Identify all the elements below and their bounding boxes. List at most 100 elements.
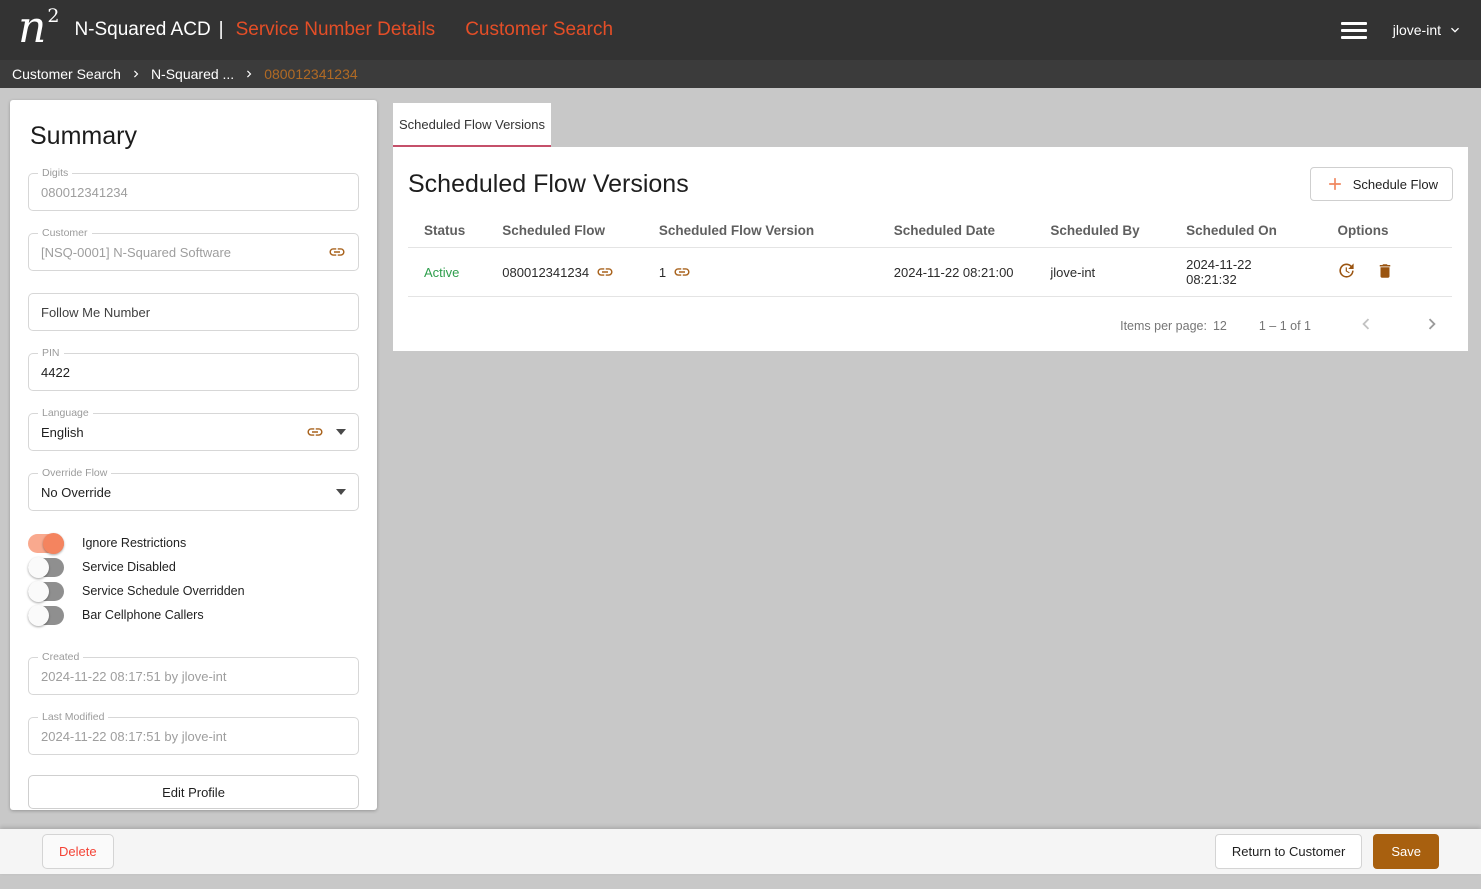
app-title-text: N-Squared ACD — [74, 19, 210, 40]
ignore-restrictions-toggle[interactable]: Ignore Restrictions — [28, 531, 359, 555]
link-icon[interactable] — [596, 263, 614, 281]
toggle-label: Service Schedule Overridden — [82, 584, 245, 598]
reschedule-history-button[interactable] — [1337, 261, 1356, 283]
panel-title: Scheduled Flow Versions — [408, 170, 689, 199]
paginator-range-label: 1 – 1 of 1 — [1259, 319, 1311, 333]
breadcrumb-current-number: 080012341234 — [264, 66, 357, 82]
header-scheduled-by: Scheduled By — [1034, 217, 1170, 248]
pin-value: 4422 — [41, 365, 346, 380]
breadcrumb-customer-search[interactable]: Customer Search — [12, 66, 121, 82]
dropdown-caret-icon[interactable] — [336, 429, 346, 435]
toggle-switch-icon[interactable] — [28, 606, 64, 625]
dropdown-caret-icon[interactable] — [336, 489, 346, 495]
action-footer: Delete Return to Customer Save — [0, 829, 1481, 874]
toggle-switch-icon[interactable] — [28, 558, 64, 577]
items-per-page-value[interactable]: 12 — [1213, 319, 1227, 333]
header-scheduled-on: Scheduled On — [1170, 217, 1321, 248]
pin-label: PIN — [38, 347, 64, 359]
follow-me-number-field[interactable]: Follow Me Number — [28, 293, 359, 331]
app-logo: n2 — [18, 6, 58, 50]
toggle-label: Ignore Restrictions — [82, 536, 186, 550]
breadcrumb: Customer Search N-Squared ... 0800123412… — [0, 60, 1481, 88]
schedule-flow-button[interactable]: Schedule Flow — [1310, 167, 1453, 201]
breadcrumb-chevron-icon — [129, 67, 143, 81]
breadcrumb-chevron-icon — [242, 67, 256, 81]
panel-header: Scheduled Flow Versions Schedule Flow — [393, 147, 1468, 217]
scheduled-date-value: 2024-11-22 08:21:00 — [878, 248, 1035, 297]
last-modified-field: Last Modified 2024-11-22 08:17:51 by jlo… — [28, 717, 359, 755]
digits-value: 080012341234 — [41, 185, 346, 200]
table-header-row: Status Scheduled Flow Scheduled Flow Ver… — [408, 217, 1452, 248]
scheduled-on-value: 2024-11-22 08:21:32 — [1170, 248, 1321, 297]
digits-field: Digits 080012341234 — [28, 173, 359, 211]
bar-cellphone-callers-toggle[interactable]: Bar Cellphone Callers — [28, 603, 359, 627]
follow-me-number-label: Follow Me Number — [41, 305, 346, 320]
toggle-label: Service Disabled — [82, 560, 176, 574]
service-disabled-toggle[interactable]: Service Disabled — [28, 555, 359, 579]
chevron-down-icon — [1447, 22, 1463, 38]
title-separator: | — [219, 19, 224, 40]
toggle-switch-icon[interactable] — [28, 534, 64, 553]
override-flow-value: No Override — [41, 485, 336, 500]
override-flow-label: Override Flow — [38, 467, 111, 479]
schedule-flow-button-label: Schedule Flow — [1353, 177, 1438, 192]
paginator-next-button[interactable] — [1421, 313, 1443, 338]
link-icon[interactable] — [328, 243, 346, 261]
toggle-group: Ignore Restrictions Service Disabled Ser… — [28, 531, 359, 627]
delete-button[interactable]: Delete — [42, 834, 114, 869]
trash-icon — [1376, 262, 1394, 280]
logo-n: n — [18, 2, 46, 53]
app-header: n2 N-Squared ACD | Service Number Details… — [0, 0, 1481, 60]
last-modified-value: 2024-11-22 08:17:51 by jlove-int — [41, 729, 346, 744]
language-label: Language — [38, 407, 93, 419]
customer-value: [NSQ-0001] N-Squared Software — [41, 245, 328, 260]
items-per-page-label: Items per page: — [1120, 319, 1207, 333]
nav-service-number-details[interactable]: Service Number Details — [236, 19, 436, 41]
delete-row-button[interactable] — [1376, 262, 1394, 283]
plus-icon — [1325, 174, 1345, 194]
override-flow-select[interactable]: Override Flow No Override — [28, 473, 359, 511]
app-title: N-Squared ACD | — [74, 19, 227, 41]
scheduled-flow-value: 080012341234 — [502, 265, 589, 280]
digits-label: Digits — [38, 167, 72, 179]
summary-title: Summary — [30, 122, 357, 151]
return-to-customer-button[interactable]: Return to Customer — [1215, 834, 1362, 869]
logo-exponent: 2 — [47, 5, 59, 27]
summary-panel: Summary Digits 080012341234 Customer [NS… — [10, 100, 377, 810]
chevron-left-icon — [1355, 313, 1377, 335]
header-status: Status — [408, 217, 486, 248]
scheduled-by-value: jlove-int — [1034, 248, 1170, 297]
toggle-switch-icon[interactable] — [28, 582, 64, 601]
header-scheduled-flow: Scheduled Flow — [486, 217, 643, 248]
chevron-right-icon — [1421, 313, 1443, 335]
created-value: 2024-11-22 08:17:51 by jlove-int — [41, 669, 346, 684]
edit-profile-button[interactable]: Edit Profile — [28, 775, 359, 809]
pin-field[interactable]: PIN 4422 — [28, 353, 359, 391]
paginator-prev-button[interactable] — [1355, 313, 1377, 338]
created-label: Created — [38, 651, 83, 663]
header-scheduled-flow-version: Scheduled Flow Version — [643, 217, 878, 248]
toggle-label: Bar Cellphone Callers — [82, 608, 204, 622]
header-options: Options — [1321, 217, 1452, 248]
tab-scheduled-flow-versions[interactable]: Scheduled Flow Versions — [393, 103, 551, 147]
customer-field: Customer [NSQ-0001] N-Squared Software — [28, 233, 359, 271]
last-modified-label: Last Modified — [38, 711, 108, 723]
link-icon[interactable] — [306, 423, 324, 441]
scheduled-flow-version-value: 1 — [659, 265, 666, 280]
nav-customer-search[interactable]: Customer Search — [465, 19, 613, 41]
history-icon — [1337, 261, 1356, 280]
username-label: jlove-int — [1393, 22, 1441, 38]
link-icon[interactable] — [673, 263, 691, 281]
user-menu[interactable]: jlove-int — [1393, 22, 1463, 38]
language-select[interactable]: Language English — [28, 413, 359, 451]
paginator: Items per page: 12 1 – 1 of 1 — [393, 313, 1443, 338]
created-field: Created 2024-11-22 08:17:51 by jlove-int — [28, 657, 359, 695]
customer-label: Customer — [38, 227, 92, 239]
service-schedule-overridden-toggle[interactable]: Service Schedule Overridden — [28, 579, 359, 603]
table-row: Active 080012341234 1 2024-11-22 08:21:0… — [408, 248, 1452, 297]
breadcrumb-nsquared[interactable]: N-Squared ... — [151, 66, 234, 82]
status-badge: Active — [424, 265, 459, 280]
scheduled-flow-table: Status Scheduled Flow Scheduled Flow Ver… — [408, 217, 1452, 297]
save-button[interactable]: Save — [1373, 834, 1439, 869]
hamburger-menu-icon[interactable] — [1341, 18, 1367, 43]
